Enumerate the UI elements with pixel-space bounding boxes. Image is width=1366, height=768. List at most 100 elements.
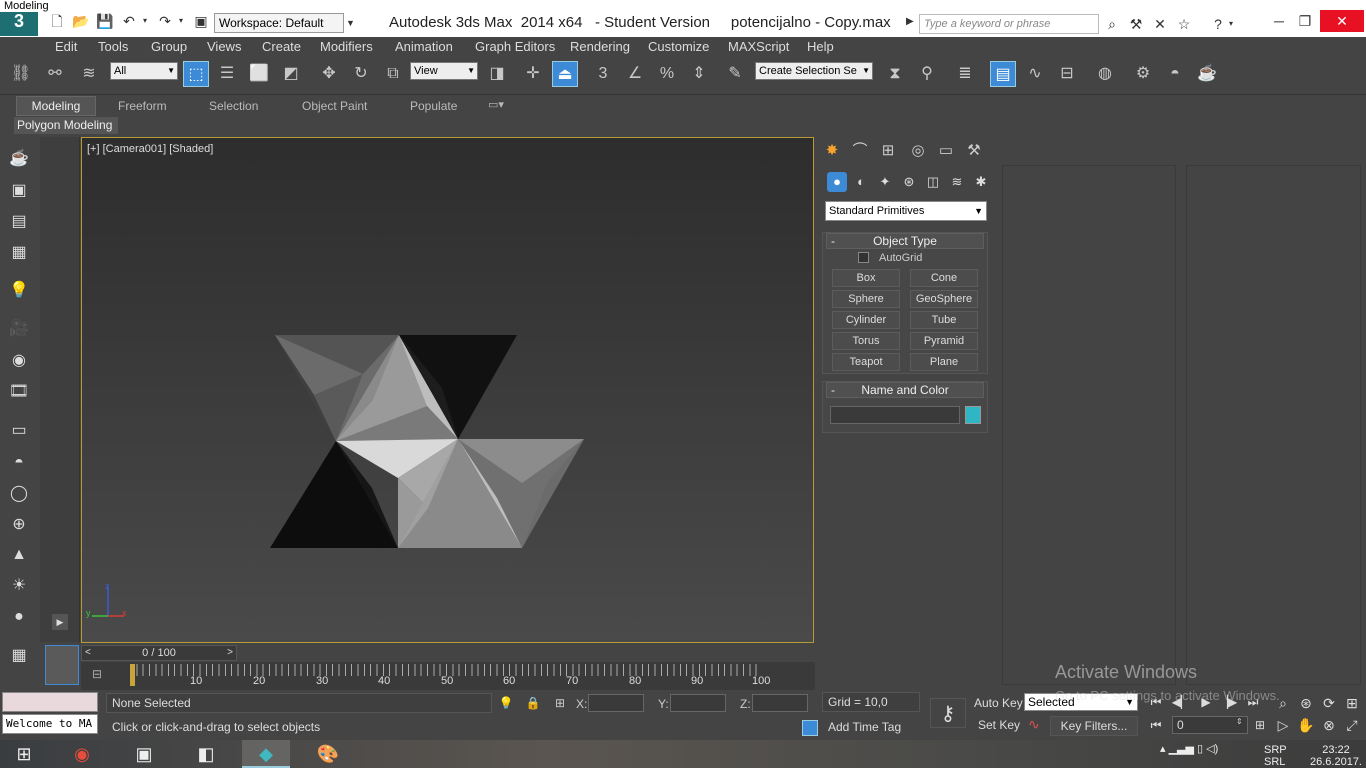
utilities-tab-icon[interactable]: ⚒ [962,140,986,162]
help-icon[interactable]: ? [1208,14,1228,34]
systems-icon[interactable]: ✱ [971,172,991,192]
basket-icon[interactable]: ⊕ [6,512,32,538]
expand-arrow-icon[interactable]: ▶ [52,614,68,630]
maxscript-welcome[interactable]: Welcome to MA [2,714,98,734]
3dsmax-taskbar-icon[interactable]: ◆ [242,740,290,768]
camera-icon[interactable]: 🎥 [6,316,32,342]
object-name-input[interactable] [830,406,960,424]
chevron-down-icon[interactable]: ▼ [346,13,358,33]
render-production-icon[interactable]: ☕ [1194,61,1220,87]
tab-populate[interactable]: Populate [410,99,457,113]
zoom-icon[interactable]: ⌕ [1272,693,1294,713]
schematic-view-icon[interactable]: ⊟ [1054,61,1080,87]
add-time-tag[interactable]: Add Time Tag [822,718,920,738]
render-frame-icon[interactable]: ▣ [6,178,32,204]
curve-icon[interactable]: ∿ [1028,716,1040,733]
system-tray[interactable]: ▴ ▁▃▅ ▯ ◁) [1160,742,1218,755]
star-icon[interactable]: ☆ [1174,14,1194,34]
menu-edit[interactable]: Edit [55,39,77,54]
render-setup-icon[interactable]: ⚙ [1130,61,1156,87]
menu-help[interactable]: Help [807,39,834,54]
rotate-icon[interactable]: ↻ [348,61,374,87]
key-mode-toggle-icon[interactable]: ⏮ [1146,716,1166,734]
sphere-button[interactable]: Sphere [832,290,900,308]
add-time-tag-icon[interactable] [802,720,818,736]
undo-dropdown-icon[interactable]: ▾ [140,12,150,30]
helpers-icon[interactable]: ◫ [923,172,943,192]
lock-icon[interactable]: 🔒 [525,695,541,711]
key-icon[interactable]: ⚷ [930,698,966,728]
geometry-icon[interactable]: ● [827,172,847,192]
name-color-header[interactable]: - Name and Color [826,382,984,398]
create-tab-icon[interactable]: ✸ [820,140,844,162]
viewport-thumbnail[interactable] [45,645,79,685]
mini-curve-editor-icon[interactable]: ⊟ [92,667,110,683]
cone-icon[interactable]: ▲ [6,542,32,568]
video-icon[interactable]: 🎞 [6,379,32,405]
curve-editor-icon[interactable]: ∿ [1022,61,1048,87]
windows-start-icon[interactable]: ⊞ [0,740,48,768]
sound-icon[interactable]: ◉ [6,348,32,374]
zoom-extents-icon[interactable]: ⊞ [1341,693,1363,713]
workspace-dropdown[interactable]: Workspace: Default [214,13,344,33]
menu-group[interactable]: Group [151,39,187,54]
redo-dropdown-icon[interactable]: ▾ [176,12,186,30]
grid-icon[interactable]: ▦ [6,643,32,669]
torus-button[interactable]: Torus [832,332,900,350]
tab-modeling[interactable]: Modeling [16,96,96,116]
spacewarps-icon[interactable]: ≋ [947,172,967,192]
binoculars-icon[interactable]: ⌕ [1102,14,1122,34]
time-configuration-icon[interactable]: ⊞ [1250,716,1270,734]
tab-freeform[interactable]: Freeform [118,99,167,113]
menu-animation[interactable]: Animation [395,39,453,54]
light-bulb-icon[interactable]: 💡 [6,278,32,304]
menu-tools[interactable]: Tools [98,39,128,54]
photos-app-icon[interactable]: ▣ [120,740,168,768]
sun-icon[interactable]: ☀ [6,573,32,599]
select-object-icon[interactable]: ⬚ [183,61,209,87]
x-coordinate-field[interactable] [588,694,644,712]
time-marker[interactable] [130,664,135,686]
cone-button[interactable]: Cone [910,269,978,287]
tab-selection[interactable]: Selection [209,99,258,113]
layer-manager-icon[interactable]: ≣ [952,61,978,87]
search-input[interactable]: Type a keyword or phrase [919,14,1099,34]
ribbon-options-icon[interactable]: ▭▾ [488,98,504,111]
project-folder-icon[interactable]: ▣ [192,12,210,30]
selection-filter-dropdown[interactable]: All ▼ [110,62,178,80]
isolate-icon[interactable]: 💡 [498,695,514,711]
geosphere-button[interactable]: GeoSphere [910,290,978,308]
key-filters-button[interactable]: Key Filters... [1050,716,1138,736]
unlink-icon[interactable]: ⚯ [42,61,68,87]
teapot-icon[interactable]: ☕ [6,146,32,172]
close-button[interactable]: ✕ [1320,10,1364,32]
tab-object-paint[interactable]: Object Paint [302,99,367,113]
sphere-icon[interactable]: ◯ [6,481,32,507]
menu-graph-editors[interactable]: Graph Editors [475,39,555,54]
scale-icon[interactable]: ⧉ [380,61,406,87]
autogrid-checkbox[interactable] [858,252,869,263]
document-icon[interactable]: ▤ [6,209,32,235]
absolute-mode-icon[interactable]: ⊞ [552,695,568,711]
orbit-camera-icon[interactable]: ⊗ [1318,715,1340,735]
circle-icon[interactable]: ● [6,604,32,630]
teapot-button[interactable]: Teapot [832,353,900,371]
set-key-button[interactable]: Set Key [978,716,1020,734]
help-dropdown-icon[interactable]: ▾ [1226,14,1236,34]
menu-maxscript[interactable]: MAXScript [728,39,789,54]
menu-customize[interactable]: Customize [648,39,709,54]
named-selection-dropdown[interactable]: Create Selection Se ▼ [755,62,873,80]
new-file-icon[interactable]: 🗋 [48,12,66,30]
primitive-type-dropdown[interactable]: Standard Primitives ▼ [825,201,987,221]
cameras-icon[interactable]: ⊛ [899,172,919,192]
material-editor-icon[interactable]: ◍ [1092,61,1118,87]
lights-icon[interactable]: ✦ [875,172,895,192]
z-coordinate-field[interactable] [752,694,808,712]
window-crossing-icon[interactable]: ◩ [278,61,304,87]
restore-button[interactable]: ❐ [1290,10,1320,32]
plane-primitive-icon[interactable]: ▭ [6,418,32,444]
polygon-modeling-panel[interactable]: Polygon Modeling [14,117,118,134]
hemisphere-icon[interactable]: ◓ [6,450,32,476]
hierarchy-tab-icon[interactable]: ⊞ [876,140,900,162]
maximize-viewport-icon[interactable]: ⤢ [1341,715,1363,735]
